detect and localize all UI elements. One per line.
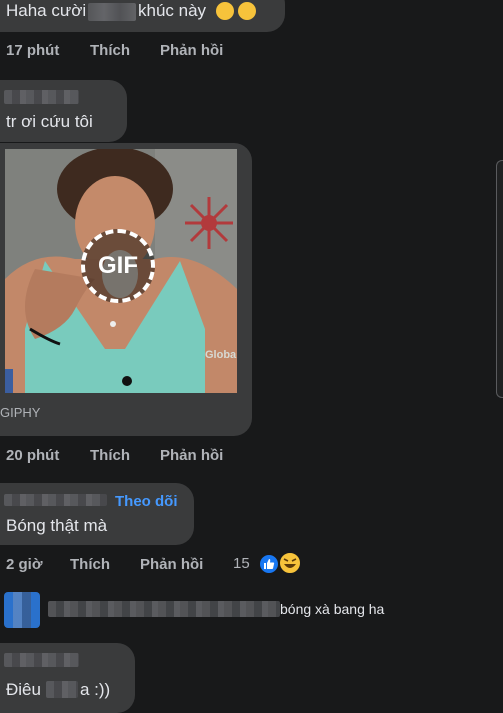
comment-text: Haha cười	[6, 1, 87, 20]
follow-button[interactable]: Theo dõi	[115, 493, 178, 510]
redacted-text	[46, 681, 78, 698]
reply-button[interactable]: Phản hồi	[140, 556, 203, 573]
comment-time[interactable]: 17 phút	[6, 42, 59, 59]
reaction-count[interactable]: 15	[233, 555, 250, 572]
gif-badge-label: GIF	[98, 252, 138, 279]
comment-text: Điêu	[6, 680, 41, 699]
gif-image[interactable]: Globa GIF	[5, 149, 237, 393]
comment-text: Bóng thật mà	[6, 516, 108, 535]
redacted-name	[4, 494, 107, 506]
redacted-text	[48, 601, 280, 617]
redacted-name	[4, 653, 79, 667]
reply-button[interactable]: Phản hồi	[160, 42, 223, 59]
gif-attachment[interactable]: Globa GIF GIPHY	[0, 143, 252, 436]
avatar[interactable]	[4, 592, 40, 628]
comment-time[interactable]: 2 giờ	[6, 556, 43, 573]
reply-preview-text[interactable]: bóng xà bang ha	[280, 601, 384, 617]
haha-reaction-icon[interactable]	[278, 551, 302, 575]
comment-text: khúc này	[138, 1, 207, 20]
laugh-emoji-icon	[238, 2, 256, 20]
comment-text: tr ơi cứu tôi	[6, 112, 93, 131]
like-reaction-icon[interactable]	[258, 553, 280, 575]
redacted-name	[4, 90, 79, 104]
gif-watermark: Globa	[205, 349, 237, 361]
reply-button[interactable]: Phản hồi	[160, 447, 223, 464]
scrollbar[interactable]	[496, 160, 503, 398]
redacted-text	[88, 3, 136, 21]
comment-text: a :))	[80, 680, 111, 699]
laugh-emoji-icon	[216, 2, 234, 20]
like-button[interactable]: Thích	[90, 447, 130, 464]
like-button[interactable]: Thích	[70, 556, 110, 573]
comment-time[interactable]: 20 phút	[6, 447, 59, 464]
gif-badge-icon[interactable]: GIF	[81, 229, 155, 303]
gif-provider: GIPHY	[0, 405, 41, 420]
like-button[interactable]: Thích	[90, 42, 130, 59]
